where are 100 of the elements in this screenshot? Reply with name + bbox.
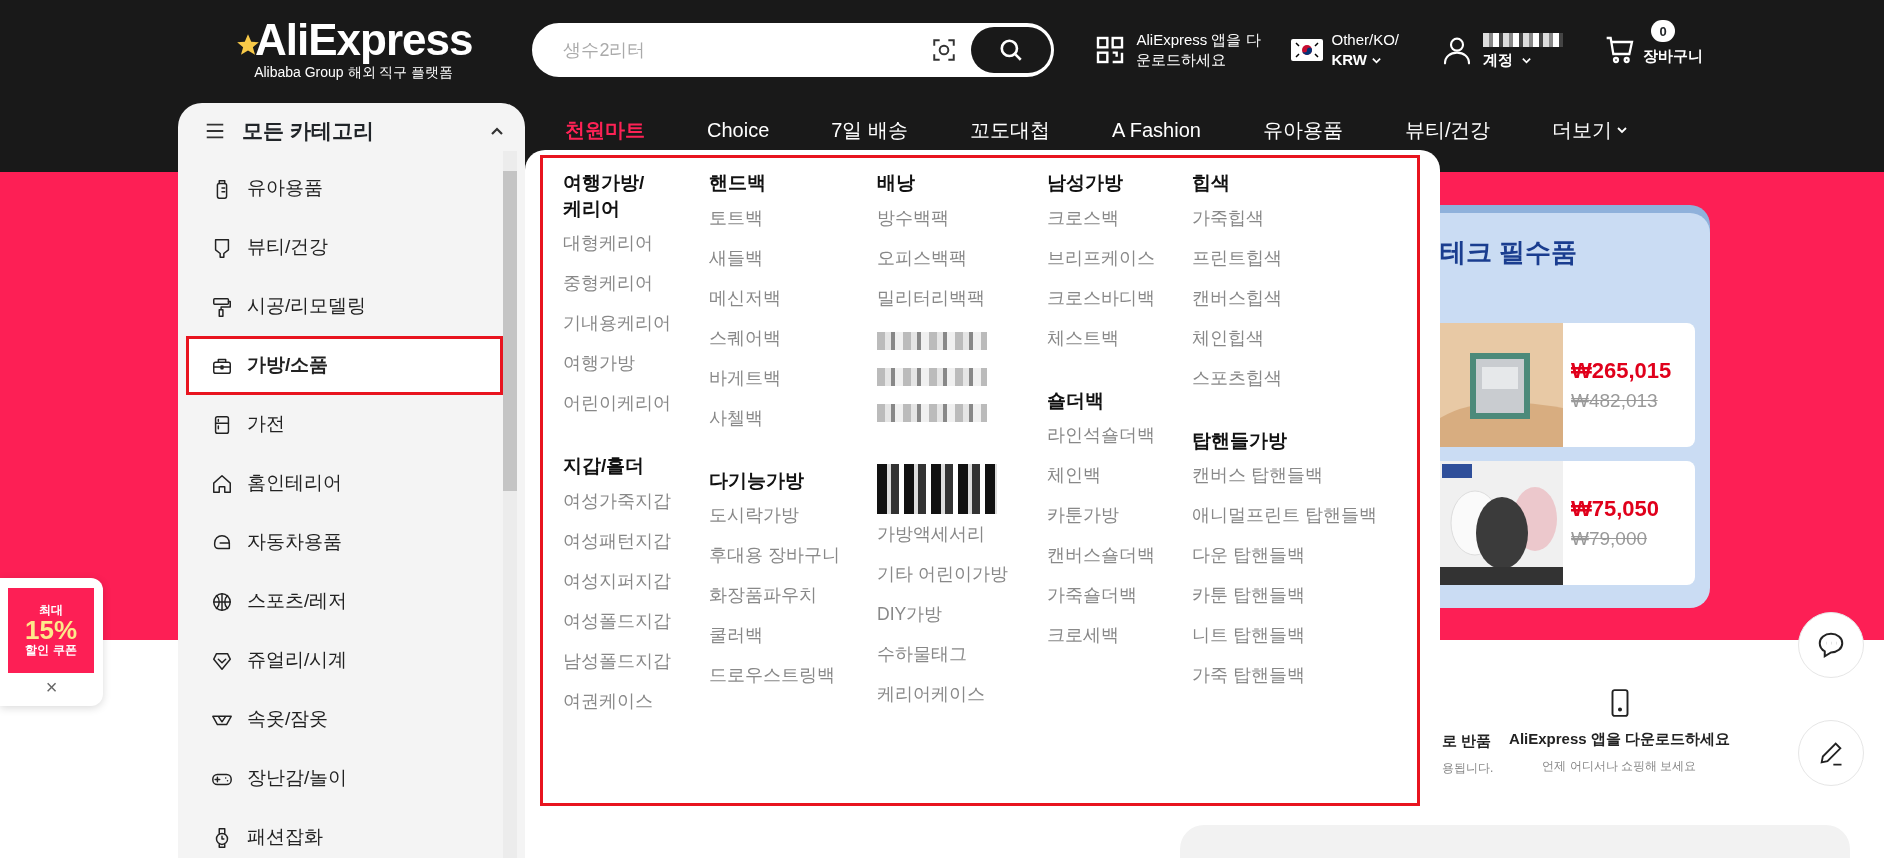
subcategory-link[interactable]: 캔버스 탑핸들백 — [1192, 465, 1382, 506]
region-text[interactable]: Other/KO/ — [1331, 29, 1399, 50]
category-heading[interactable]: 배낭 — [877, 170, 1047, 196]
category-item[interactable]: 시공/리모델링 — [186, 277, 503, 336]
tagline: Alibaba Group 해외 직구 플랫폼 — [254, 63, 454, 82]
nav-link[interactable]: 뷰티/건강 — [1404, 115, 1491, 145]
subcategory-link[interactable]: 크로스바디백 — [1047, 287, 1192, 328]
category-item[interactable]: 뷰티/건강 — [186, 218, 503, 277]
nav-link[interactable]: 더보기 — [1552, 115, 1629, 145]
category-heading[interactable]: 탑핸들가방 — [1192, 427, 1382, 454]
nav-link[interactable]: 천원마트 — [565, 115, 645, 145]
camera-search-icon[interactable] — [931, 37, 958, 63]
scrollbar[interactable] — [503, 151, 517, 858]
account-menu[interactable]: 계정 — [1483, 49, 1563, 71]
subcategory-link[interactable]: 어린이케리어 — [563, 393, 709, 434]
currency-selector[interactable]: KRW — [1331, 50, 1399, 71]
subcategory-link[interactable]: 크로스백 — [1047, 207, 1192, 248]
category-heading[interactable]: 힙색 — [1192, 170, 1382, 196]
subcategory-link[interactable]: 카툰가방 — [1047, 505, 1192, 546]
subcategory-link[interactable]: 밀리터리백팩 — [877, 287, 1047, 328]
subcategory-link[interactable]: 남성폴드지갑 — [563, 650, 709, 691]
product-card[interactable]: ₩75,050 ₩79,000 — [1440, 461, 1695, 585]
category-heading[interactable]: 여행가방/케리어 — [563, 170, 709, 222]
search-bar[interactable]: 생수2리터 — [532, 23, 1055, 77]
close-button[interactable]: × — [45, 673, 58, 701]
subcategory-link[interactable]: 카툰 탑핸들백 — [1192, 585, 1382, 626]
subcategory-link[interactable]: 메신저백 — [709, 287, 877, 328]
subcategory-link[interactable]: 중형케리어 — [563, 273, 709, 314]
nav-link[interactable]: A Fashion — [1111, 115, 1201, 145]
subcategory-link[interactable]: 대형케리어 — [563, 233, 709, 274]
subcategory-link[interactable]: 여성폴드지갑 — [563, 610, 709, 651]
app-download-link[interactable]: AliExpress 앱을 다운로드하세요 — [1136, 29, 1272, 71]
subcategory-link[interactable]: 여행가방 — [563, 353, 709, 394]
category-heading[interactable]: 다기능가방 — [709, 467, 877, 494]
subcategory-link[interactable]: 라인석숄더백 — [1047, 425, 1192, 466]
subcategory-link[interactable]: 여성가죽지갑 — [563, 490, 709, 531]
all-categories-title[interactable]: 모든 카테고리 — [242, 115, 473, 147]
subcategory-link[interactable]: 기내용케리어 — [563, 313, 709, 354]
subcategory-link[interactable]: 체인힙색 — [1192, 327, 1382, 368]
subcategory-link[interactable]: 프린트힙색 — [1192, 247, 1382, 288]
category-item[interactable]: 장난감/놀이 — [186, 749, 503, 808]
subcategory-link[interactable]: 가방액세서리 — [877, 523, 1047, 564]
subcategory-link[interactable]: DIY가방 — [877, 603, 1047, 644]
sale-price: ₩265,015 — [1571, 357, 1672, 386]
category-item[interactable]: 유아용품 — [186, 159, 503, 218]
subcategory-link[interactable]: 니트 탑핸들백 — [1192, 625, 1382, 666]
subcategory-link[interactable]: 여성지퍼지갑 — [563, 570, 709, 611]
subcategory-link[interactable]: 가죽힙색 — [1192, 207, 1382, 248]
subcategory-link[interactable]: 후대용 장바구니 — [709, 545, 877, 586]
subcategory-link[interactable]: 크로세백 — [1047, 625, 1192, 666]
nav-link[interactable]: 꼬도대첩 — [969, 115, 1050, 145]
coupon-banner[interactable]: 최대 15% 할인 쿠폰 — [8, 588, 94, 673]
category-heading[interactable]: 남성가방 — [1047, 170, 1192, 196]
category-item[interactable]: 자동차용품 — [186, 513, 503, 572]
subcategory-link[interactable]: 방수백팩 — [877, 207, 1047, 248]
subcategory-link[interactable]: 스포츠힙색 — [1192, 367, 1382, 408]
category-heading[interactable]: 지갑/홀더 — [563, 453, 709, 479]
cart-label[interactable]: 장바구니 — [1643, 45, 1703, 66]
subcategory-link[interactable]: 캔버스힙색 — [1192, 287, 1382, 328]
search-field[interactable]: 생수2리터 — [535, 35, 932, 65]
category-item[interactable]: 속옷/잠옷 — [186, 690, 503, 749]
subcategory-link[interactable]: 화장품파우치 — [709, 585, 877, 626]
subcategory-link[interactable]: 도시락가방 — [709, 505, 877, 546]
category-item[interactable]: 패션잡화 — [186, 808, 503, 858]
logo[interactable]: AliExpress — [255, 17, 473, 62]
subcategory-link[interactable]: 브리프케이스 — [1047, 247, 1192, 288]
subcategory-link[interactable]: 드로우스트링백 — [709, 665, 877, 706]
category-heading[interactable]: 숄더백 — [1047, 387, 1192, 414]
category-item[interactable]: 쥬얼리/시계 — [186, 631, 503, 690]
subcategory-link[interactable]: 케리어케이스 — [877, 683, 1047, 724]
nav-link[interactable]: Choice — [707, 115, 770, 145]
subcategory-link[interactable]: 다운 탑핸들백 — [1192, 545, 1382, 586]
category-item[interactable]: 스포츠/레저 — [186, 572, 503, 631]
nav-link[interactable]: 7일 배송 — [831, 115, 908, 145]
search-button[interactable] — [971, 27, 1052, 73]
category-item[interactable]: 가전 — [186, 395, 503, 454]
subcategory-link[interactable]: 수하물태그 — [877, 643, 1047, 684]
category-item[interactable]: 가방/소품 — [186, 336, 503, 395]
subcategory-link[interactable]: 쿨러백 — [709, 625, 877, 666]
product-card[interactable]: ₩265,015 ₩482,013 — [1440, 323, 1695, 447]
feature-title: AliExpress 앱을 다운로드하세요 — [1508, 729, 1731, 749]
category-heading[interactable]: 핸드백 — [709, 170, 877, 196]
nav-link[interactable]: 유아용품 — [1262, 115, 1343, 145]
subcategory-link[interactable]: 여성패턴지갑 — [563, 530, 709, 571]
subcategory-link[interactable]: 가죽숄더백 — [1047, 585, 1192, 626]
subcategory-link[interactable]: 오피스백팩 — [877, 247, 1047, 288]
subcategory-link[interactable]: 캔버스숄더백 — [1047, 545, 1192, 586]
subcategory-link[interactable]: 가죽 탑핸들백 — [1192, 665, 1382, 706]
subcategory-link[interactable]: 토트백 — [709, 207, 877, 248]
subcategory-link[interactable]: 기타 어린이가방 — [877, 563, 1047, 604]
subcategory-link[interactable]: 스퀘어백 — [709, 327, 877, 368]
subcategory-link[interactable]: 새들백 — [709, 247, 877, 288]
subcategory-link[interactable]: 사첼백 — [709, 407, 877, 448]
subcategory-link[interactable]: 체인백 — [1047, 465, 1192, 506]
subcategory-link[interactable]: 애니멀프린트 탑핸들백 — [1192, 505, 1382, 546]
scrollbar-thumb[interactable] — [503, 171, 517, 491]
subcategory-link[interactable]: 체스트백 — [1047, 327, 1192, 368]
subcategory-link[interactable]: 바게트백 — [709, 367, 877, 408]
category-item[interactable]: 홈인테리어 — [186, 454, 503, 513]
subcategory-link[interactable]: 여권케이스 — [563, 690, 709, 731]
